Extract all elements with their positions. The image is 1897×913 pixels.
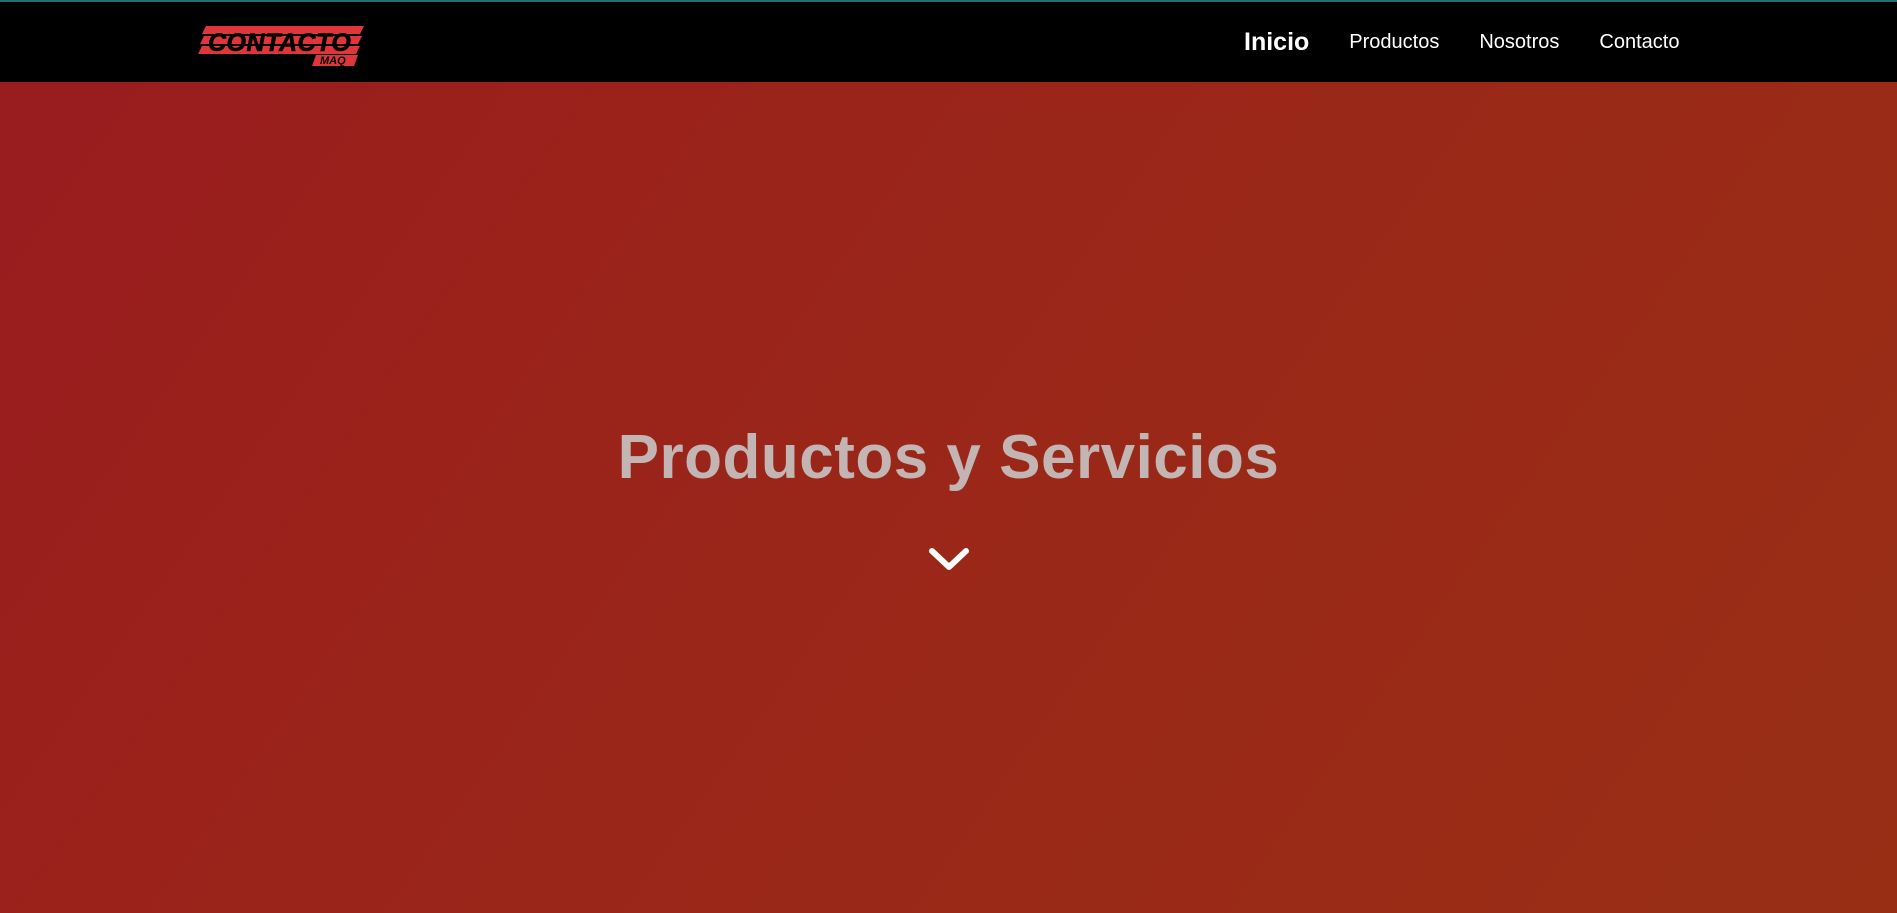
chevron-down-icon[interactable]	[926, 543, 972, 577]
nav-nosotros[interactable]: Nosotros	[1479, 31, 1559, 54]
logo-text: CONTACTO	[208, 29, 351, 57]
hero-section: Productos y Servicios	[0, 82, 1897, 913]
navbar: CONTACTO MAQ Inicio Productos Nosotros C…	[0, 2, 1897, 82]
nav-contacto[interactable]: Contacto	[1599, 31, 1679, 54]
main-nav: Inicio Productos Nosotros Contacto	[1244, 2, 1679, 82]
hero-title: Productos y Servicios	[617, 423, 1280, 492]
contacto-maq-logo: CONTACTO MAQ	[198, 26, 364, 67]
logo-link[interactable]: CONTACTO MAQ	[198, 24, 366, 68]
nav-productos[interactable]: Productos	[1349, 31, 1439, 54]
logo-subtext: MAQ	[320, 55, 346, 67]
nav-inicio[interactable]: Inicio	[1244, 28, 1309, 57]
